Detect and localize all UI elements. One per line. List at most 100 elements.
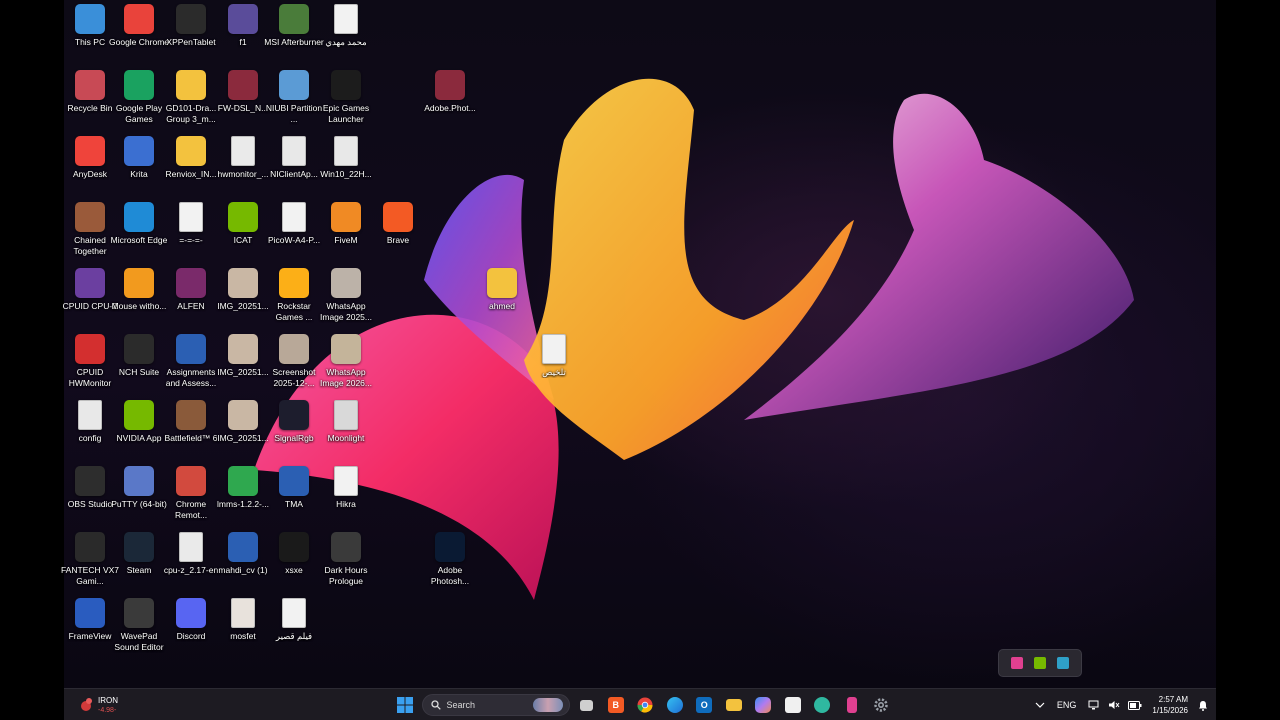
pink-app-icon	[846, 697, 857, 713]
desktop-icon[interactable]: FiveM	[318, 202, 374, 264]
outlook-taskbar[interactable]: O	[690, 691, 720, 719]
desktop-icon[interactable]: Mouse witho...	[111, 268, 167, 330]
desktop-icon[interactable]: Adobe.Phot...	[422, 70, 478, 132]
nvidia-tray-icon[interactable]	[1033, 657, 1046, 669]
desktop-icon[interactable]: GD101-Dra... Group 3_m...	[163, 70, 219, 132]
desktop-icon[interactable]: محمد مهدي	[318, 4, 374, 66]
desktop-icon[interactable]: Renviox_IN...	[163, 136, 219, 198]
desktop-icon[interactable]: lmms-1.2.2-...	[215, 466, 271, 528]
desktop-icon[interactable]: تلخيص	[526, 334, 582, 396]
chrome-shortcut-icon	[334, 4, 358, 34]
desktop-icon-label: Moonlight	[327, 433, 365, 443]
desktop-icon[interactable]: Brave	[370, 202, 426, 264]
desktop-icon[interactable]: This PC	[62, 4, 118, 66]
search-box[interactable]: Search	[421, 694, 570, 716]
clock[interactable]: 2:57 AM 1/15/2026	[1146, 694, 1194, 716]
desktop-icon[interactable]: NIClientAp...	[266, 136, 322, 198]
desktop-icon[interactable]: Google Chrome	[109, 4, 169, 66]
desktop-icon[interactable]: ICAT	[215, 202, 271, 264]
desktop-icon[interactable]: f1	[215, 4, 271, 66]
desktop-icon[interactable]: Steam	[111, 532, 167, 594]
desktop-icon[interactable]: Rockstar Games ...	[266, 268, 322, 330]
desktop-icon[interactable]: Epic Games Launcher	[318, 70, 374, 132]
desktop-icon[interactable]: NCH Suite	[111, 334, 167, 396]
desktop-icon[interactable]: mahdi_cv (1)	[215, 532, 271, 594]
settings-taskbar[interactable]	[867, 691, 897, 719]
notification-bell-icon[interactable]	[1194, 700, 1216, 711]
desktop-icon[interactable]: Chained Together	[62, 202, 118, 264]
desktop-icon[interactable]: Win10_22H...	[318, 136, 374, 198]
winrar-tray-icon[interactable]	[1057, 657, 1070, 669]
desktop-icon[interactable]: xsxe	[266, 532, 322, 594]
desktop-icon[interactable]: XPPenTablet	[163, 4, 219, 66]
desktop-icon[interactable]: hwmonitor_...	[215, 136, 271, 198]
desktop-icon[interactable]: AnyDesk	[62, 136, 118, 198]
desktop-icon[interactable]: FW-DSL_N...	[215, 70, 271, 132]
desktop-icon[interactable]: NVIDIA App	[111, 400, 167, 462]
desktop-icon[interactable]: PicoW-A4-P...	[266, 202, 322, 264]
desktop-icon[interactable]: Battlefield™ 6	[163, 400, 219, 462]
tray-overflow-chevron[interactable]	[1031, 702, 1049, 708]
battery-icon[interactable]	[1124, 700, 1146, 710]
desktop-icon[interactable]: FANTECH VX7 Gami...	[61, 532, 119, 594]
desktop-icon[interactable]: Microsoft Edge	[111, 202, 167, 264]
widget-subtitle: -4.98-	[98, 706, 117, 714]
chrome-taskbar[interactable]	[631, 691, 661, 719]
desktop-icon[interactable]: Google Play Games	[111, 70, 167, 132]
app-green-taskbar[interactable]	[808, 691, 838, 719]
desktop-icon[interactable]: SignalRgb	[266, 400, 322, 462]
chrome-icon	[124, 4, 154, 34]
epic-games-icon	[331, 70, 361, 100]
desktop-icon[interactable]: =-=-=-	[163, 202, 219, 264]
weather-widget[interactable]: IRON -4.98-	[78, 692, 148, 718]
desktop-icon[interactable]: IMG_20251...	[215, 268, 271, 330]
desktop-icon[interactable]: IMG_20251...	[215, 400, 271, 462]
pink-app-tray-icon[interactable]	[1010, 657, 1023, 669]
desktop-icon-label: =-=-=-	[179, 235, 203, 245]
download-icon	[179, 532, 203, 562]
desktop-icon[interactable]: PuTTY (64-bit)	[111, 466, 167, 528]
desktop-icon[interactable]: Screenshot 2025-12-...	[266, 334, 322, 396]
brave-icon	[383, 202, 413, 232]
desktop-icon[interactable]: Chrome Remot...	[163, 466, 219, 528]
desktop-icon[interactable]: CPUID CPU-Z	[62, 268, 118, 330]
desktop-icon[interactable]: فيلم قصير	[266, 598, 322, 660]
brave-taskbar[interactable]: B	[601, 691, 631, 719]
task-view-button[interactable]	[572, 691, 602, 719]
desktop-icon[interactable]: Hikra	[318, 466, 374, 528]
chrome-shortcut-icon	[282, 202, 306, 232]
desktop-icon[interactable]: WhatsApp Image 2026...	[318, 334, 374, 396]
desktop-icon[interactable]: cpu-z_2.17-en	[163, 532, 219, 594]
desktop-icon[interactable]: OBS Studio	[62, 466, 118, 528]
desktop-icon[interactable]: Dark Hours Prologue	[318, 532, 374, 594]
desktop-icon[interactable]: IMG_20251...	[215, 334, 271, 396]
desktop-icon[interactable]: WhatsApp Image 2025...	[318, 268, 374, 330]
desktop-icon[interactable]: NIUBI Partition ...	[266, 70, 322, 132]
settings-file-icon	[78, 400, 102, 430]
desktop-icon[interactable]: WavePad Sound Editor	[111, 598, 167, 660]
niubi-icon	[279, 70, 309, 100]
desktop-icon-label: SignalRgb	[274, 433, 314, 443]
volume-icon[interactable]	[1104, 700, 1124, 710]
desktop-icon[interactable]: TMA	[266, 466, 322, 528]
desktop-icon[interactable]: ahmed	[474, 268, 530, 330]
desktop-icon[interactable]: Discord	[163, 598, 219, 660]
language-indicator[interactable]: ENG	[1049, 700, 1085, 710]
copilot-taskbar[interactable]	[749, 691, 779, 719]
desktop-icon[interactable]: Adobe Photosh...	[422, 532, 478, 594]
start-button[interactable]	[390, 691, 420, 719]
desktop-icon[interactable]: Krita	[111, 136, 167, 198]
edge-taskbar[interactable]	[660, 691, 690, 719]
network-icon[interactable]	[1084, 700, 1104, 710]
desktop-icon[interactable]: config	[62, 400, 118, 462]
file-explorer-taskbar[interactable]	[719, 691, 749, 719]
desktop-icon[interactable]: mosfet	[215, 598, 271, 660]
moonlight-icon	[334, 400, 358, 430]
store-taskbar[interactable]	[778, 691, 808, 719]
desktop-icon[interactable]: Assignments and Assess...	[163, 334, 219, 396]
desktop-icon[interactable]: ALFEN	[163, 268, 219, 330]
desktop-icon[interactable]: Moonlight	[318, 400, 374, 462]
desktop-icon[interactable]: CPUID HWMonitor	[62, 334, 118, 396]
desktop-icon[interactable]: MSI Afterburner	[264, 4, 324, 66]
app-pink-taskbar[interactable]	[837, 691, 867, 719]
